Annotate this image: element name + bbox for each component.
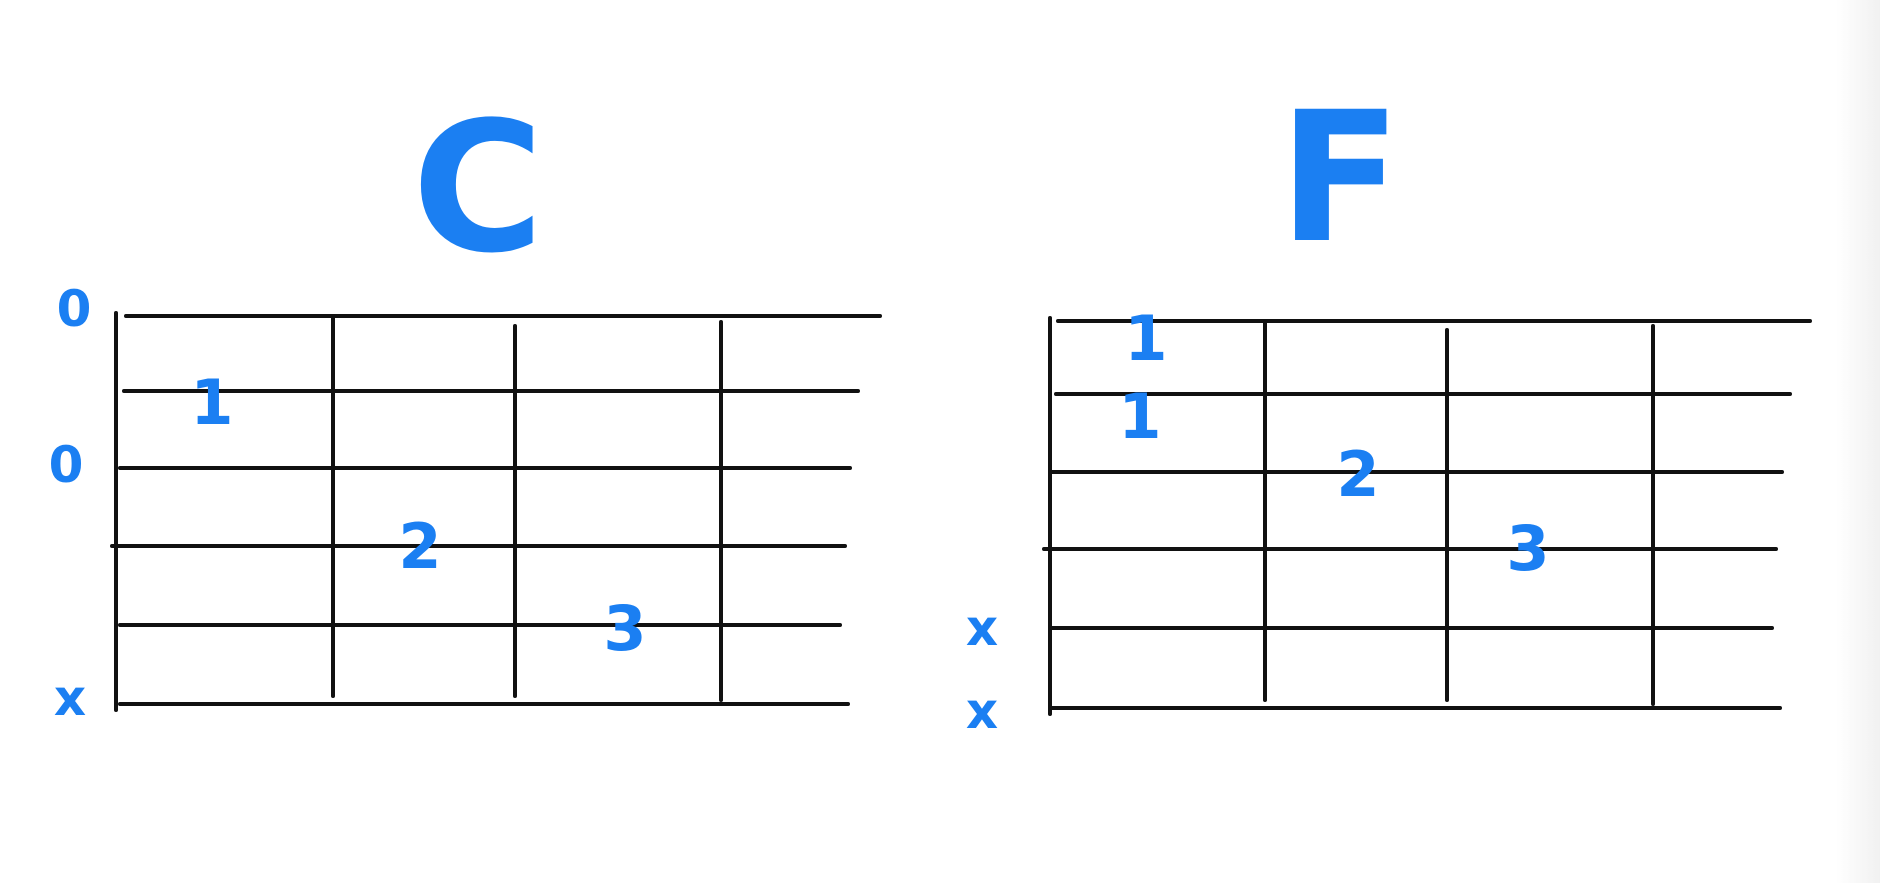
chord-c-marker-string-3: 0 <box>49 436 84 494</box>
chord-f-title: F <box>1279 74 1402 283</box>
chord-c-title: C <box>412 84 544 293</box>
chord-f: F x x 1 1 2 3 <box>966 74 1812 740</box>
chord-c-marker-string-6: x <box>54 669 86 727</box>
chord-c-finger-3: 3 <box>603 592 646 665</box>
chord-f-string-markers: x x <box>966 599 998 740</box>
chord-c-marker-string-1: 0 <box>57 280 92 338</box>
chord-diagrams: C 0 0 x 1 2 3 F x x 1 1 2 3 <box>49 74 1812 740</box>
chord-f-fingerings: 1 1 2 3 <box>1118 302 1549 585</box>
chord-f-fretboard <box>1042 316 1812 716</box>
chord-f-finger-2: 2 <box>1336 438 1379 511</box>
chord-c-finger-2: 2 <box>398 510 441 583</box>
chord-f-finger-1-string-2: 1 <box>1118 380 1161 453</box>
chord-f-marker-string-6: x <box>966 682 998 740</box>
chord-f-finger-1-string-1: 1 <box>1124 302 1167 375</box>
chord-f-marker-string-5: x <box>966 599 998 657</box>
chord-c-fingerings: 1 2 3 <box>190 366 646 665</box>
chord-c-string-markers: 0 0 x <box>49 280 92 727</box>
chord-c-finger-1: 1 <box>190 366 233 439</box>
chord-c: C 0 0 x 1 2 3 <box>49 84 882 727</box>
chord-f-finger-3: 3 <box>1506 512 1549 585</box>
